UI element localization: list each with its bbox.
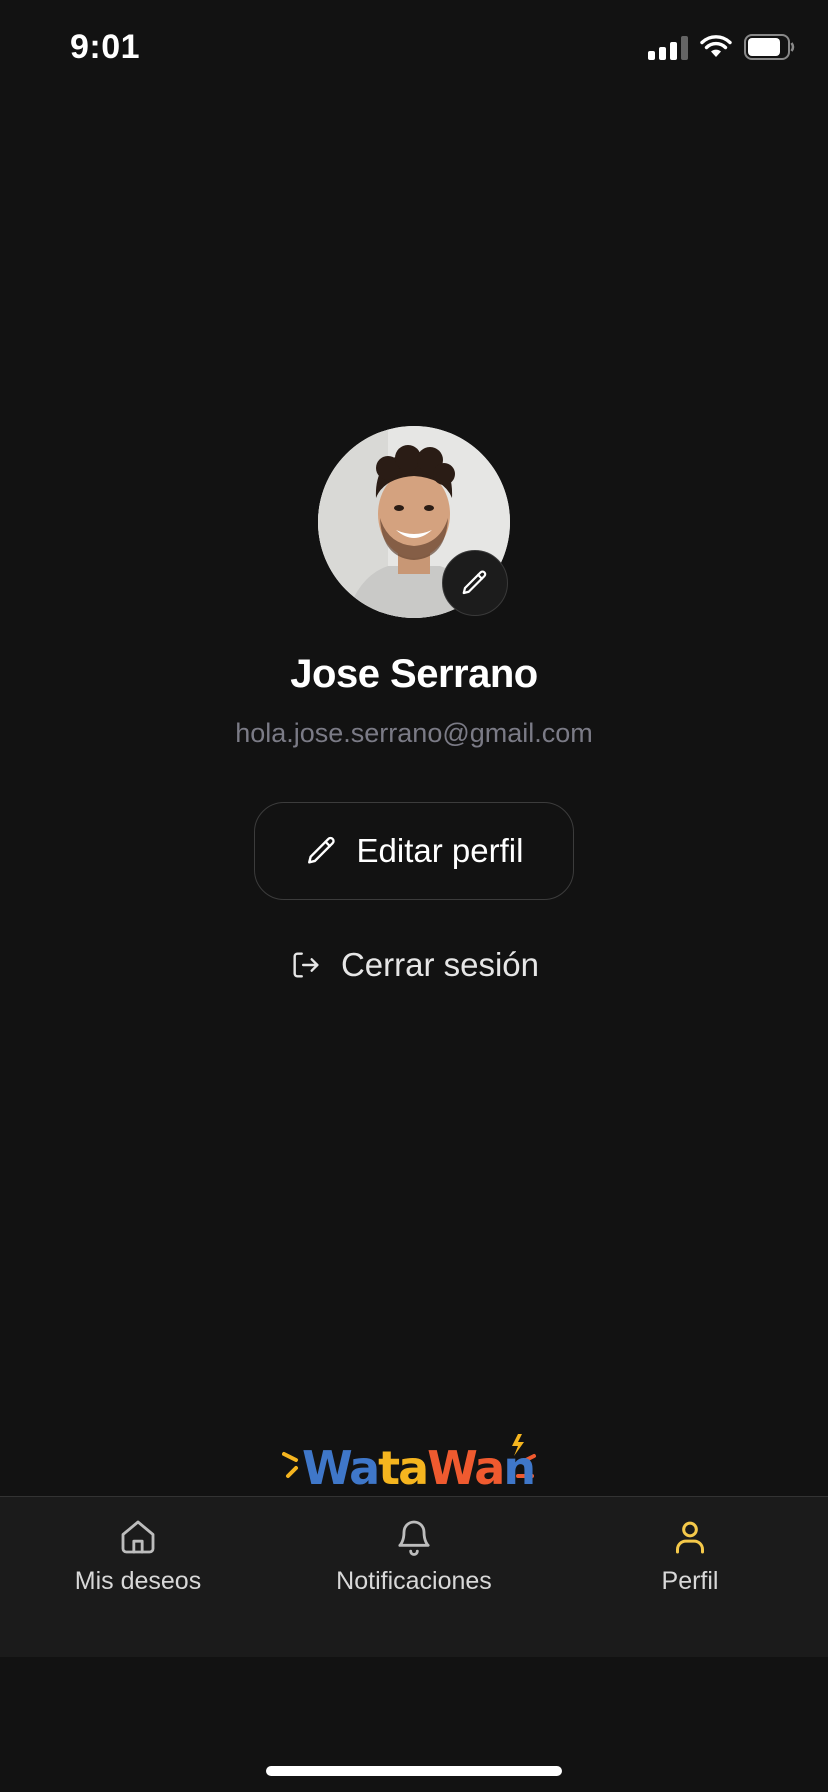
edit-profile-button[interactable]: Editar perfil (254, 802, 574, 900)
user-icon (676, 1521, 704, 1554)
logout-label: Cerrar sesión (340, 946, 540, 983)
tab-mis-deseos[interactable]: Mis deseos (38, 1517, 238, 1617)
status-time: 9:01 (70, 28, 141, 66)
watawan-logo: WataWan (282, 1434, 536, 1492)
tab-label: Notificaciones (336, 1567, 492, 1595)
avatar-container (318, 426, 510, 618)
pencil-icon (462, 570, 487, 595)
status-icons (648, 34, 796, 60)
wifi-icon (700, 35, 732, 57)
tab-perfil[interactable]: Perfil (590, 1517, 790, 1617)
edit-avatar-button[interactable] (442, 550, 508, 616)
edit-profile-label: Editar perfil (356, 832, 524, 869)
tab-notificaciones[interactable]: Notificaciones (314, 1517, 514, 1617)
user-name: Jose Serrano (290, 652, 538, 696)
home-indicator (266, 1766, 562, 1776)
tab-label: Mis deseos (74, 1567, 202, 1595)
battery-icon (744, 34, 795, 60)
user-email: hola.jose.serrano@gmail.com (235, 718, 593, 748)
svg-text:WataWan: WataWan (302, 1441, 534, 1492)
logout-icon (293, 952, 319, 978)
tab-bar: Mis deseos Notificaciones Perfil (0, 1496, 828, 1657)
pencil-icon (307, 836, 335, 864)
home-icon (121, 1520, 155, 1554)
bell-icon (398, 1520, 430, 1556)
cellular-signal-icon (648, 34, 688, 60)
tab-label: Perfil (661, 1567, 719, 1595)
status-bar: 9:01 (0, 0, 828, 100)
logout-button[interactable]: Cerrar sesión (0, 940, 828, 990)
